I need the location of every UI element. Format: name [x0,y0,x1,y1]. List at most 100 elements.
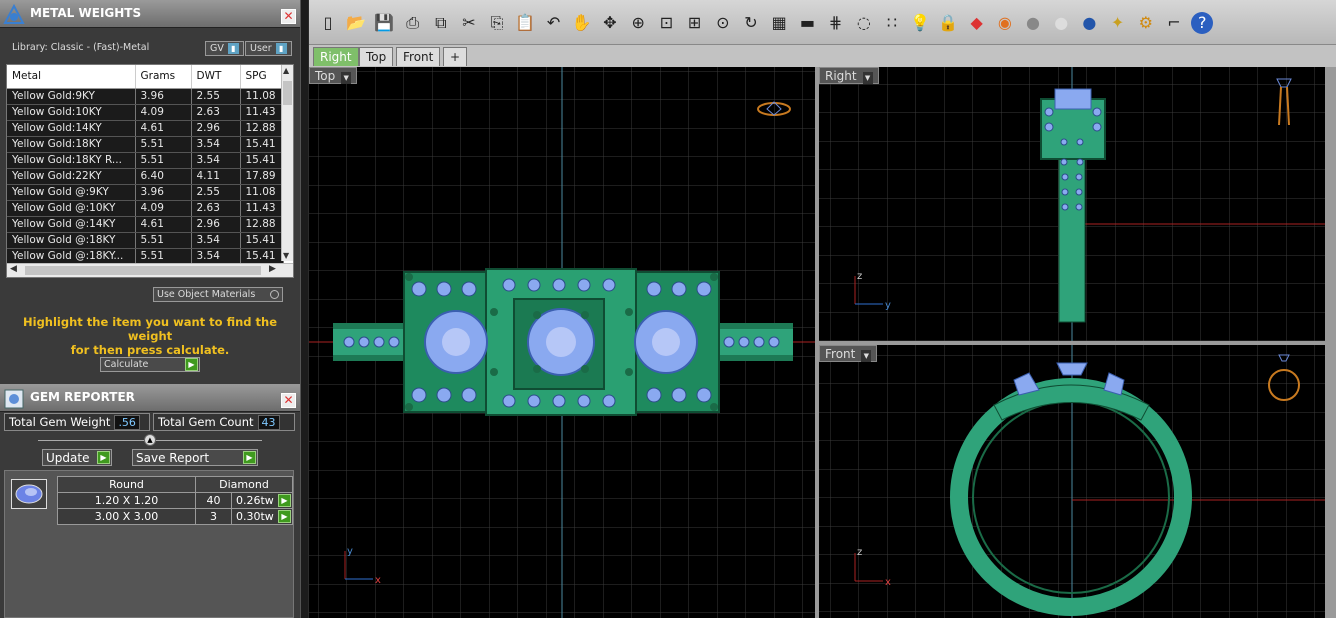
tab-right[interactable]: Right [313,47,359,66]
metal-column-header[interactable]: Metal [7,65,136,89]
metal-table-hscrollbar[interactable]: ◀ ▶ [7,263,293,277]
front-viewport-canvas[interactable]: x z [819,345,1325,618]
metal-column-header[interactable]: DWT [191,65,241,89]
update-button[interactable]: Update ▶ [42,449,112,466]
gem-reporter-close-icon[interactable]: ✕ [281,393,296,408]
cut-icon[interactable]: ✂ [458,12,480,34]
top-viewport-menu[interactable]: Top ▼ [309,67,358,84]
metal-row[interactable]: Yellow Gold:14KY 4.61 2.96 12.88 [7,120,284,137]
metal-row[interactable]: Yellow Gold:10KY 4.09 2.63 11.43 [7,104,284,121]
metal-row[interactable]: Yellow Gold @:14KY 4.61 2.96 12.88 [7,216,284,233]
dimension-icon[interactable]: ⌐ [1163,12,1185,34]
save-icon[interactable]: 💾 [373,12,395,34]
gem-row[interactable]: 1.20 X 1.20 40 0.26tw ▶ [57,492,293,509]
metal-row[interactable]: Yellow Gold:18KY 5.51 3.54 15.41 [7,136,284,153]
export-icon[interactable]: ⧉ [430,12,452,34]
copy-icon[interactable]: ⎘ [486,12,508,34]
metal-column-header[interactable]: SPG [240,65,284,89]
metal-row[interactable]: Yellow Gold:18KY R... 5.51 3.54 15.41 [7,152,284,169]
grid-icon[interactable]: ⋕ [825,12,847,34]
metal-row[interactable]: Yellow Gold @:10KY 4.09 2.63 11.43 [7,200,284,217]
svg-text:x: x [885,577,891,588]
dropdown-arrow-icon[interactable]: ▼ [341,72,352,84]
front-viewport[interactable]: x z Front ▼ [819,345,1325,618]
metal-row[interactable]: Yellow Gold @:18KY 5.51 3.54 15.41 [7,232,284,249]
calculate-button[interactable]: Calculate ▶ [100,357,200,372]
scroll-down-icon[interactable]: ▼ [283,251,289,260]
points-icon[interactable]: ∷ [881,12,903,34]
total-gem-count-label: Total Gem Count [158,415,254,429]
vscroll-thumb[interactable] [283,81,292,105]
save-report-button[interactable]: Save Report ▶ [132,449,258,466]
scroll-left-icon[interactable]: ◀ [10,264,17,274]
metal-table-body: Yellow Gold:9KY 3.96 2.55 11.08 Yellow Gold:… [7,88,284,265]
metal-row[interactable]: Yellow Gold:22KY 6.40 4.11 17.89 [7,168,284,185]
use-object-materials-toggle[interactable]: Use Object Materials [153,287,283,302]
shade-blue-icon[interactable]: ● [1078,12,1100,34]
play-arrow-icon: ▶ [243,451,256,464]
metal-cell: 5.51 [135,152,192,169]
tab-front[interactable]: Front [396,47,441,66]
metal-cell: 4.09 [135,200,192,217]
lock-icon[interactable]: 🔒 [937,12,959,34]
svg-text:y: y [347,546,353,557]
gv-toggle[interactable]: GV ▮ [205,41,244,56]
hint-text: Highlight the item you want to find the … [10,315,290,357]
metal-cell: 4.61 [135,216,192,233]
metal-column-header[interactable]: Grams [135,65,192,89]
right-viewport[interactable]: y z Right ▼ [819,67,1325,341]
dropdown-arrow-icon[interactable]: ▼ [862,72,873,84]
metal-weights-close-icon[interactable]: ✕ [281,9,296,24]
open-icon[interactable]: 📂 [345,12,367,34]
zoom-selected-icon[interactable]: ⊙ [712,12,734,34]
light-icon[interactable]: 💡 [909,12,931,34]
rotate-icon[interactable]: ↻ [740,12,762,34]
dropdown-arrow-icon[interactable]: ▼ [861,350,872,362]
right-viewport-menu[interactable]: Right ▼ [819,67,879,84]
front-viewport-menu[interactable]: Front ▼ [819,345,878,362]
metal-row[interactable]: Yellow Gold @:18KY... 5.51 3.54 15.41 [7,248,284,265]
metal-table-vscrollbar[interactable]: ▲ ▼ [281,65,293,261]
gem-slider[interactable]: ▲ [38,434,262,446]
metal-cell: 3.96 [135,184,192,201]
undo-icon[interactable]: ↶ [543,12,565,34]
scroll-right-icon[interactable]: ▶ [269,264,276,274]
four-views-icon[interactable]: ▦ [768,12,790,34]
user-toggle[interactable]: User ▮ [245,41,292,56]
shade-white-icon[interactable]: ● [1050,12,1072,34]
metal-row[interactable]: Yellow Gold:9KY 3.96 2.55 11.08 [7,88,284,105]
tab-top[interactable]: Top [359,47,394,66]
new-icon[interactable]: ▯ [317,12,339,34]
print-icon[interactable]: ⎙ [402,12,424,34]
zoom-extents-icon[interactable]: ⊞ [684,12,706,34]
pan-icon[interactable]: ✋ [571,12,593,34]
metal-cell: 3.96 [135,88,192,105]
shade-gray-icon[interactable]: ● [1022,12,1044,34]
zoom-window-icon[interactable]: ⊡ [655,12,677,34]
panel-divider[interactable] [300,0,308,618]
gem-row[interactable]: 3.00 X 3.00 3 0.30tw ▶ [57,508,293,525]
scroll-up-icon[interactable]: ▲ [283,66,289,75]
help-icon[interactable]: ? [1191,12,1214,34]
zoom-icon[interactable]: ⊕ [627,12,649,34]
wand-icon[interactable]: ✦ [1107,12,1129,34]
rotate-view-icon[interactable]: ✥ [599,12,621,34]
play-arrow-icon[interactable]: ▶ [278,494,291,507]
paste-icon[interactable]: 📋 [514,12,536,34]
settings-icon[interactable]: ⚙ [1135,12,1157,34]
add-tab-icon[interactable]: + [443,47,467,66]
radio-icon[interactable] [270,290,279,299]
top-viewport[interactable]: x y Top ▼ [309,67,815,618]
color-wheel-icon[interactable]: ◉ [994,12,1016,34]
car-icon[interactable]: ▬ [796,12,818,34]
metal-row[interactable]: Yellow Gold @:9KY 3.96 2.55 11.08 [7,184,284,201]
material-icon[interactable]: ◆ [966,12,988,34]
snap-icon[interactable]: ◌ [853,12,875,34]
metal-cell: 5.51 [135,248,192,265]
play-arrow-icon[interactable]: ▶ [278,510,291,523]
slider-knob-icon[interactable]: ▲ [144,434,156,446]
right-viewport-canvas[interactable]: y z [819,67,1325,341]
hscroll-thumb[interactable] [25,266,261,275]
metal-cell: Yellow Gold @:9KY [7,184,136,201]
top-viewport-canvas[interactable]: x y [309,67,815,618]
